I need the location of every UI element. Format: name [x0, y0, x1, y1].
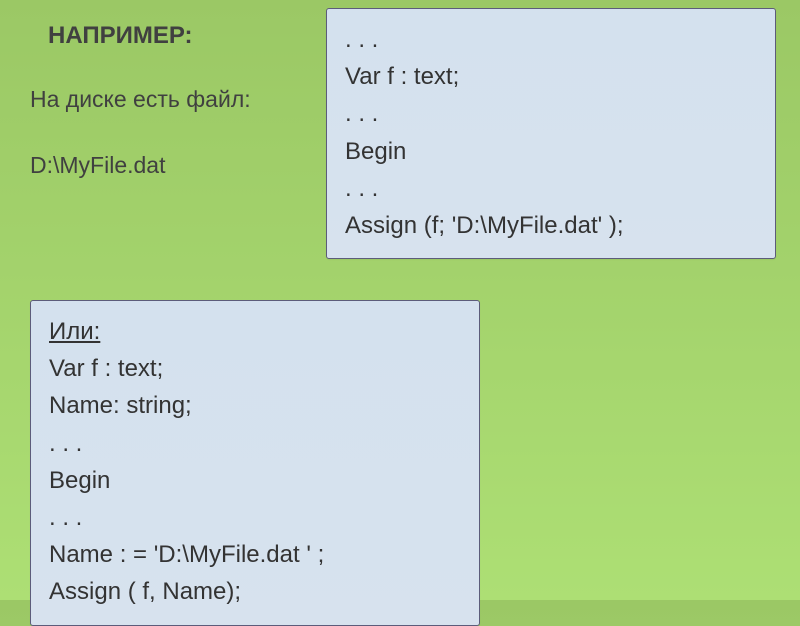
- code-line: Name: string;: [49, 387, 461, 424]
- code-line: Assign (f; 'D:\MyFile.dat' );: [345, 207, 757, 244]
- code-line: Var f : text;: [345, 58, 757, 95]
- code-example-bottom: Или: Var f : text; Name: string; . . . B…: [30, 300, 480, 626]
- code-line: . . .: [49, 499, 461, 536]
- header-label: НАПРИМЕР:: [48, 22, 193, 50]
- code-line: Name : = 'D:\MyFile.dat ' ;: [49, 536, 461, 573]
- code-line: Assign ( f, Name);: [49, 573, 461, 610]
- code-line: Begin: [49, 462, 461, 499]
- code-line: . . .: [49, 425, 461, 462]
- code-line: . . .: [345, 170, 757, 207]
- code-line: . . .: [345, 21, 757, 58]
- sub-label: На диске есть файл:: [30, 86, 251, 113]
- code-line-heading: Или:: [49, 313, 461, 350]
- file-path-label: D:\MyFile.dat: [30, 152, 165, 179]
- code-line: Begin: [345, 133, 757, 170]
- code-example-top: . . . Var f : text; . . . Begin . . . As…: [326, 8, 776, 259]
- code-line: Var f : text;: [49, 350, 461, 387]
- code-line: . . .: [345, 95, 757, 132]
